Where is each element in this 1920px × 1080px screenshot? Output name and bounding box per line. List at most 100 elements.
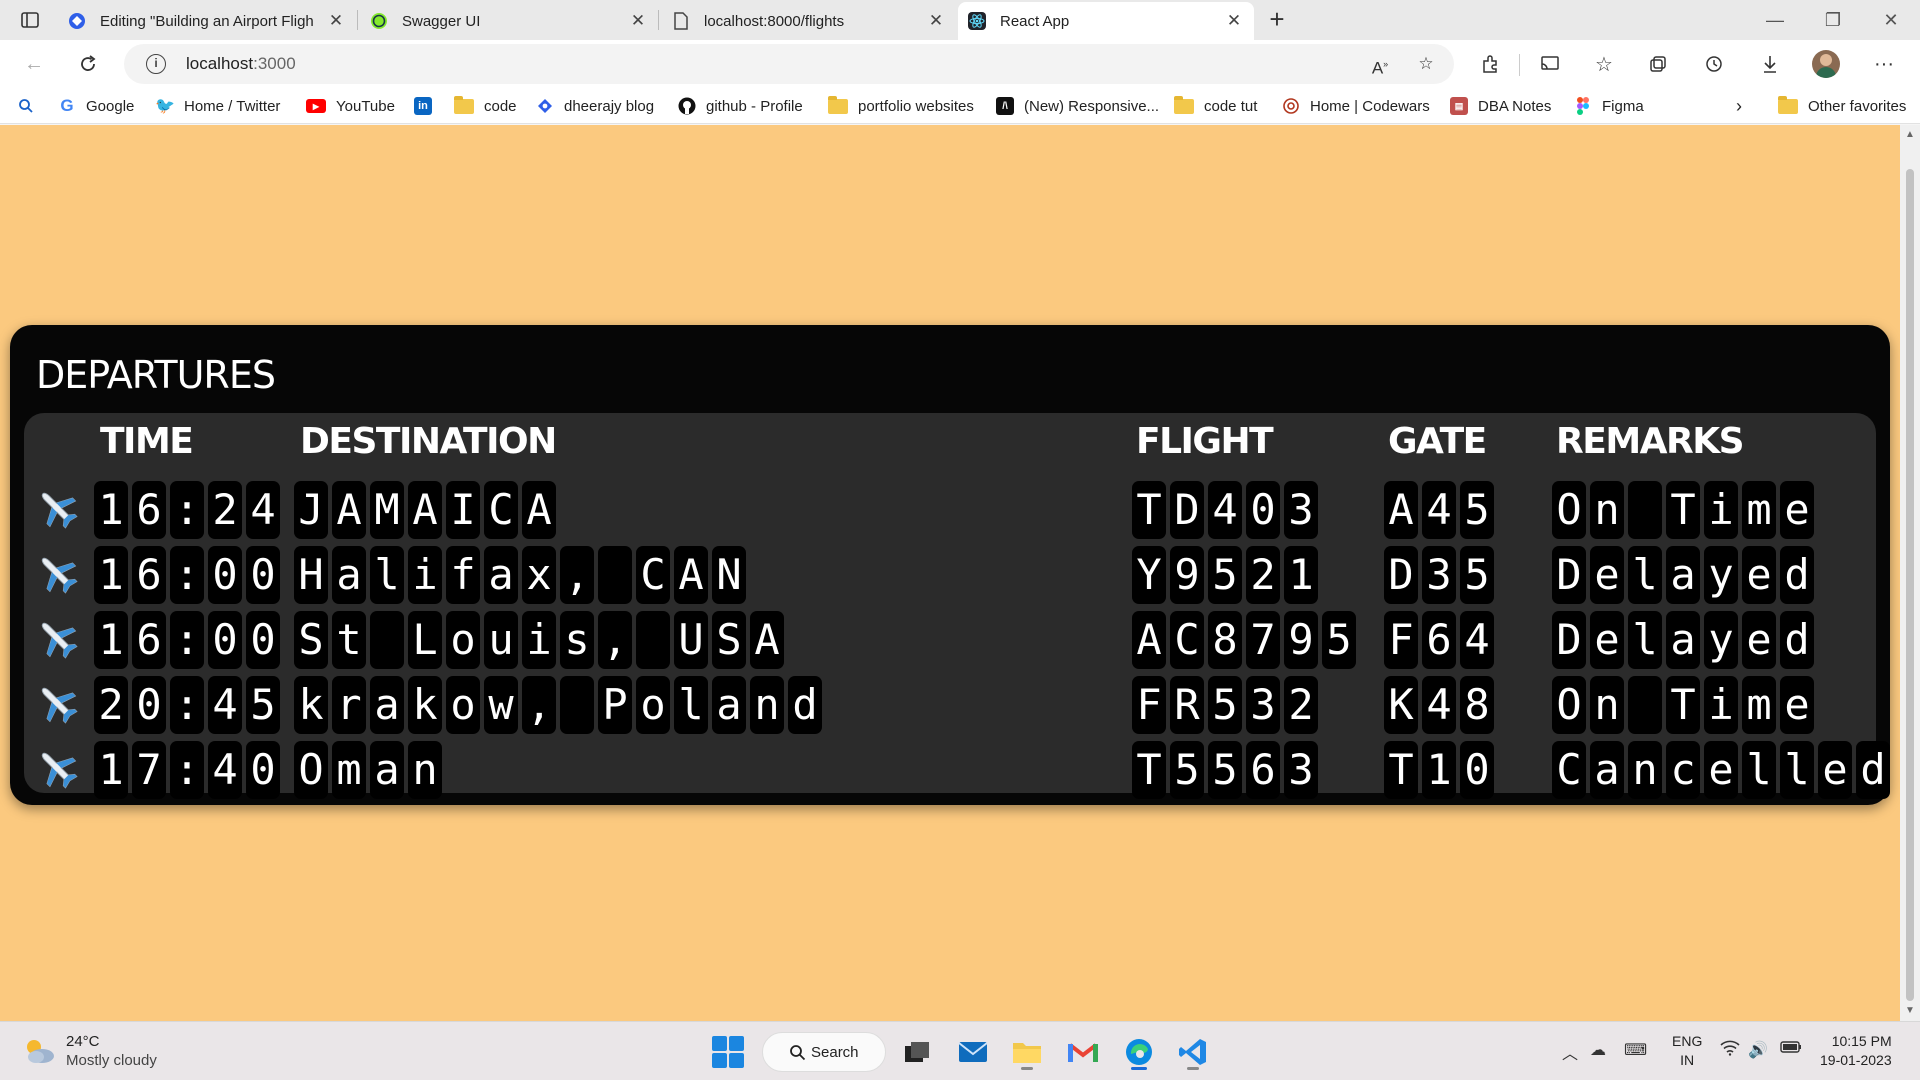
profile-avatar[interactable] — [1812, 50, 1840, 78]
file-explorer-icon[interactable] — [1006, 1031, 1048, 1073]
close-tab-icon[interactable]: ✕ — [926, 11, 946, 31]
close-window-icon[interactable]: ✕ — [1868, 6, 1914, 34]
tab-editing[interactable]: Editing "Building an Airport Fligh ✕ — [58, 2, 356, 40]
favorites-icon[interactable]: ☆ — [1588, 48, 1620, 80]
flap-cell: l — [1780, 741, 1814, 799]
favorite-youtube[interactable]: ▶ YouTube — [306, 94, 395, 118]
search-icon[interactable] — [18, 94, 34, 118]
add-favorite-icon[interactable]: ☆ — [1414, 52, 1438, 76]
address-bar[interactable]: i localhost:3000 A» ☆ — [124, 44, 1454, 84]
mail-app-icon[interactable] — [952, 1031, 994, 1073]
task-view-icon[interactable] — [896, 1031, 938, 1073]
page-scrollbar[interactable]: ▲ ▼ — [1900, 125, 1920, 1021]
edge-browser-icon[interactable] — [1118, 1031, 1160, 1073]
flight-gate: K48 — [1384, 676, 1494, 734]
folder-icon — [1778, 95, 1798, 114]
favorite-linkedin[interactable]: in — [414, 94, 442, 118]
favorite-label: dheerajy blog — [564, 97, 655, 115]
url-text[interactable]: localhost:3000 — [186, 54, 296, 74]
onedrive-cloud-icon[interactable]: ☁ — [1590, 1040, 1606, 1060]
other-favorites[interactable]: Other favorites — [1778, 94, 1906, 118]
favorite-responsive[interactable]: /\ (New) Responsive... — [996, 94, 1159, 118]
favorite-folder-portfolio[interactable]: portfolio websites — [828, 94, 974, 118]
weather-widget[interactable]: 24°C Mostly cloudy — [22, 1032, 157, 1070]
favorite-codewars[interactable]: Home | Codewars — [1282, 94, 1430, 118]
favorite-twitter[interactable]: 🐦 Home / Twitter — [155, 94, 280, 118]
battery-icon[interactable] — [1780, 1040, 1802, 1059]
close-tab-icon[interactable]: ✕ — [628, 11, 648, 31]
favorite-google[interactable]: G Google — [58, 94, 134, 118]
flight-gate: A45 — [1384, 481, 1494, 539]
gmail-app-icon[interactable] — [1062, 1031, 1104, 1073]
flight-row: 16:24JAMAICATD403A45On Time — [24, 477, 1876, 539]
downloads-icon[interactable] — [1754, 48, 1786, 80]
restore-icon[interactable]: ❐ — [1810, 6, 1856, 34]
tab-flights-api[interactable]: localhost:8000/flights ✕ — [662, 2, 956, 40]
flap-cell: 0 — [1246, 481, 1280, 539]
minimize-icon[interactable]: — — [1752, 6, 1798, 34]
flap-cell: y — [1704, 611, 1738, 669]
cast-icon[interactable] — [1534, 48, 1566, 80]
flight-time: 20:45 — [94, 676, 280, 734]
favorite-dba-notes[interactable]: ▤ DBA Notes — [1450, 94, 1551, 118]
flap-cell: e — [1590, 611, 1624, 669]
flight-gate: F64 — [1384, 611, 1494, 669]
swagger-icon — [370, 12, 388, 30]
favorite-label: code — [484, 97, 517, 115]
extensions-icon[interactable] — [1474, 48, 1506, 80]
favorite-dheerajy-blog[interactable]: dheerajy blog — [536, 94, 654, 118]
wifi-icon[interactable] — [1720, 1040, 1740, 1061]
flap-cell: 8 — [1460, 676, 1494, 734]
running-indicator — [1021, 1067, 1033, 1070]
scroll-down-icon[interactable]: ▼ — [1904, 1005, 1916, 1016]
scroll-up-icon[interactable]: ▲ — [1904, 129, 1916, 140]
close-tab-icon[interactable]: ✕ — [1224, 11, 1244, 31]
favorite-label: (New) Responsive... — [1024, 97, 1160, 115]
site-info-icon[interactable]: i — [146, 54, 166, 74]
start-button-icon[interactable] — [712, 1036, 744, 1068]
tab-actions-icon[interactable] — [12, 8, 48, 32]
scroll-thumb[interactable] — [1906, 169, 1914, 1001]
flap-cell: K — [1384, 676, 1418, 734]
language-indicator[interactable]: ENG IN — [1672, 1032, 1702, 1070]
back-arrow-icon[interactable]: ← — [18, 48, 50, 80]
new-tab-button[interactable]: + — [1262, 6, 1292, 34]
taskbar-search-button[interactable]: Search — [762, 1032, 886, 1072]
search-icon — [790, 1045, 806, 1061]
flap-cell: 4 — [208, 741, 242, 799]
flap-cell: e — [1780, 676, 1814, 734]
refresh-icon[interactable] — [72, 48, 104, 80]
airplane-icon — [34, 615, 80, 661]
show-hidden-icons-chevron-icon[interactable]: ︿ — [1562, 1040, 1578, 1064]
favorite-folder-code-tut[interactable]: code tut — [1174, 94, 1257, 118]
close-tab-icon[interactable]: ✕ — [326, 11, 346, 31]
flap-cell: , — [522, 676, 556, 734]
flap-cell — [1628, 481, 1662, 539]
favorite-folder-code[interactable]: code — [454, 94, 517, 118]
flap-cell: 5 — [1460, 546, 1494, 604]
flap-cell: e — [1818, 741, 1852, 799]
keyboard-icon[interactable]: ⌨ — [1624, 1040, 1647, 1060]
flap-cell: 1 — [94, 741, 128, 799]
airplane-icon — [34, 745, 80, 791]
history-icon[interactable] — [1698, 48, 1730, 80]
vscode-app-icon[interactable] — [1172, 1031, 1214, 1073]
flap-cell: n — [1628, 741, 1662, 799]
flap-cell: A — [750, 611, 784, 669]
favorite-figma[interactable]: Figma — [1574, 94, 1644, 118]
flap-cell: 8 — [1208, 611, 1242, 669]
more-menu-icon[interactable]: ··· — [1868, 48, 1900, 80]
tab-swagger[interactable]: Swagger UI ✕ — [360, 2, 658, 40]
flap-cell: 1 — [94, 546, 128, 604]
system-clock[interactable]: 10:15 PM 19-01-2023 — [1820, 1032, 1892, 1070]
favorite-github[interactable]: github - Profile — [678, 94, 803, 118]
flap-cell: 5 — [1208, 741, 1242, 799]
collections-icon[interactable] — [1642, 48, 1674, 80]
volume-icon[interactable]: 🔊 — [1748, 1040, 1768, 1060]
flight-time: 16:00 — [94, 546, 280, 604]
more-favorites-chevron-icon[interactable]: › — [1736, 94, 1742, 118]
read-aloud-icon[interactable]: A» — [1368, 52, 1392, 78]
tab-react-app[interactable]: React App ✕ — [958, 2, 1254, 40]
flap-cell: n — [1590, 481, 1624, 539]
flap-cell: H — [294, 546, 328, 604]
